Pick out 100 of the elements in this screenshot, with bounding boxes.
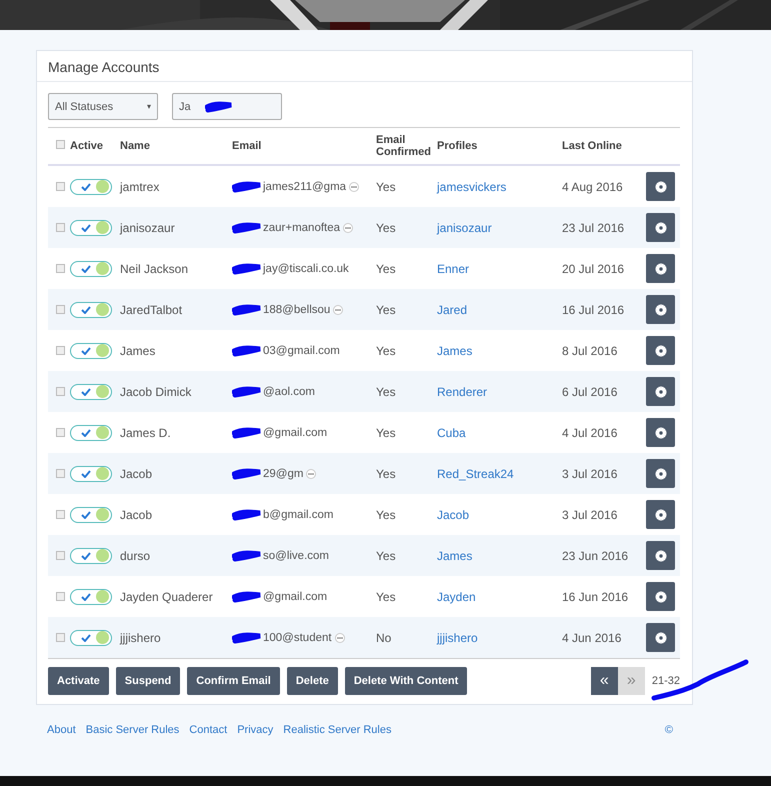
column-header: Active xyxy=(70,140,104,152)
table-cell: Yes xyxy=(376,466,396,480)
page-range: 21-32 xyxy=(652,675,680,687)
row-checkbox[interactable] xyxy=(56,550,65,560)
profile-link[interactable]: Red_Streak24 xyxy=(437,466,514,480)
row-checkbox[interactable] xyxy=(56,510,65,518)
settings-button[interactable] xyxy=(646,213,675,242)
copyright-link[interactable]: © xyxy=(664,724,673,736)
footer-link[interactable]: Realistic Server Rules xyxy=(283,724,392,736)
action-button[interactable]: Confirm Email xyxy=(187,667,280,695)
gear-icon xyxy=(654,304,666,316)
select-all-checkbox[interactable] xyxy=(56,140,65,149)
row-checkbox[interactable] xyxy=(56,592,65,600)
profile-link[interactable]: Jared xyxy=(437,302,468,316)
active-toggle[interactable] xyxy=(70,424,112,440)
search-field[interactable]: Ja xyxy=(172,93,282,120)
action-button[interactable]: Delete xyxy=(286,667,338,695)
table-cell: 8 Jul 2016 xyxy=(562,344,618,358)
check-icon xyxy=(81,264,91,272)
profile-link[interactable]: Cuba xyxy=(437,426,466,440)
profile-link[interactable]: James xyxy=(437,548,472,562)
settings-button[interactable] xyxy=(646,336,675,365)
profile-link[interactable]: Jayden xyxy=(437,590,476,604)
profile-link[interactable]: jamesvickers xyxy=(437,180,506,194)
row-checkbox[interactable] xyxy=(56,346,65,354)
footer-link[interactable]: Privacy xyxy=(237,724,274,736)
action-button[interactable]: Suspend xyxy=(116,667,180,695)
active-toggle[interactable] xyxy=(70,548,112,564)
active-toggle[interactable] xyxy=(70,260,112,276)
gear-icon xyxy=(654,180,666,192)
gear-icon xyxy=(654,550,666,562)
table-cell: Yes xyxy=(376,302,396,316)
table-cell: 16 Jun 2016 xyxy=(562,590,628,604)
settings-button[interactable] xyxy=(646,623,675,652)
check-icon xyxy=(81,428,91,436)
email-cell: 188@bellsou xyxy=(263,304,330,316)
gear-icon xyxy=(654,508,666,520)
table-cell: 4 Aug 2016 xyxy=(562,180,623,194)
row-checkbox[interactable] xyxy=(56,428,65,436)
check-icon xyxy=(81,634,91,642)
row-checkbox[interactable] xyxy=(56,264,65,272)
active-toggle[interactable] xyxy=(70,588,112,604)
settings-button[interactable] xyxy=(646,418,675,447)
gear-icon xyxy=(654,632,666,644)
settings-button[interactable] xyxy=(646,582,675,611)
table-cell: Jayden Quaderer xyxy=(120,590,213,604)
gear-icon xyxy=(654,426,666,438)
active-toggle[interactable] xyxy=(70,506,112,522)
table-cell: jjjishero xyxy=(120,630,161,644)
footer-link[interactable]: Contact xyxy=(189,724,228,736)
table-cell: Yes xyxy=(376,344,396,358)
check-icon xyxy=(81,470,91,478)
row-checkbox[interactable] xyxy=(56,386,65,396)
profile-link[interactable]: jjjishero xyxy=(437,630,478,644)
status-dropdown[interactable]: All Statuses ▾ xyxy=(48,93,158,120)
row-checkbox[interactable] xyxy=(56,304,65,314)
profile-link[interactable]: James xyxy=(437,344,472,358)
action-button[interactable]: Activate xyxy=(48,667,109,695)
active-toggle[interactable] xyxy=(70,630,112,646)
profile-link[interactable]: Jacob xyxy=(437,508,470,522)
email-cell: jay@tiscali.co.uk xyxy=(263,262,349,274)
table-cell: 4 Jul 2016 xyxy=(562,426,618,440)
table-cell: janisozaur xyxy=(120,220,175,234)
email-cell: @gmail.com xyxy=(263,426,328,438)
row-checkbox[interactable] xyxy=(56,222,65,232)
email-cell: 03@gmail.com xyxy=(263,344,340,356)
settings-button[interactable] xyxy=(646,459,675,488)
profile-link[interactable]: janisozaur xyxy=(437,220,492,234)
table-cell: 23 Jun 2016 xyxy=(562,548,628,562)
action-button[interactable]: Delete With Content xyxy=(344,667,468,695)
active-toggle[interactable] xyxy=(70,384,112,400)
active-toggle[interactable] xyxy=(70,178,112,194)
row-checkbox[interactable] xyxy=(56,468,65,478)
table-cell: Yes xyxy=(376,220,396,234)
profile-link[interactable]: Enner xyxy=(437,262,470,276)
email-cell: @gmail.com xyxy=(263,590,328,602)
settings-button[interactable] xyxy=(646,254,675,283)
active-toggle[interactable] xyxy=(70,342,112,358)
active-toggle[interactable] xyxy=(70,466,112,482)
previous-page-button[interactable]: « xyxy=(590,667,618,695)
profile-link[interactable]: Renderer xyxy=(437,384,488,398)
check-icon xyxy=(81,388,91,396)
settings-button[interactable] xyxy=(646,500,675,529)
settings-button[interactable] xyxy=(646,541,675,570)
settings-button[interactable] xyxy=(646,295,675,324)
gear-icon xyxy=(654,344,666,356)
table-cell: durso xyxy=(120,548,150,562)
table-cell: JaredTalbot xyxy=(120,302,182,316)
table-cell: Neil Jackson xyxy=(120,262,188,276)
row-checkbox[interactable] xyxy=(56,632,65,642)
table-cell: 16 Jul 2016 xyxy=(562,302,624,316)
settings-button[interactable] xyxy=(646,377,675,406)
settings-button[interactable] xyxy=(646,172,675,201)
active-toggle[interactable] xyxy=(70,220,112,236)
check-icon xyxy=(81,552,91,560)
active-toggle[interactable] xyxy=(70,302,112,318)
footer-link[interactable]: Basic Server Rules xyxy=(86,724,180,736)
table-cell: James xyxy=(120,344,156,358)
footer-link[interactable]: About xyxy=(47,724,76,736)
row-checkbox[interactable] xyxy=(56,182,65,190)
